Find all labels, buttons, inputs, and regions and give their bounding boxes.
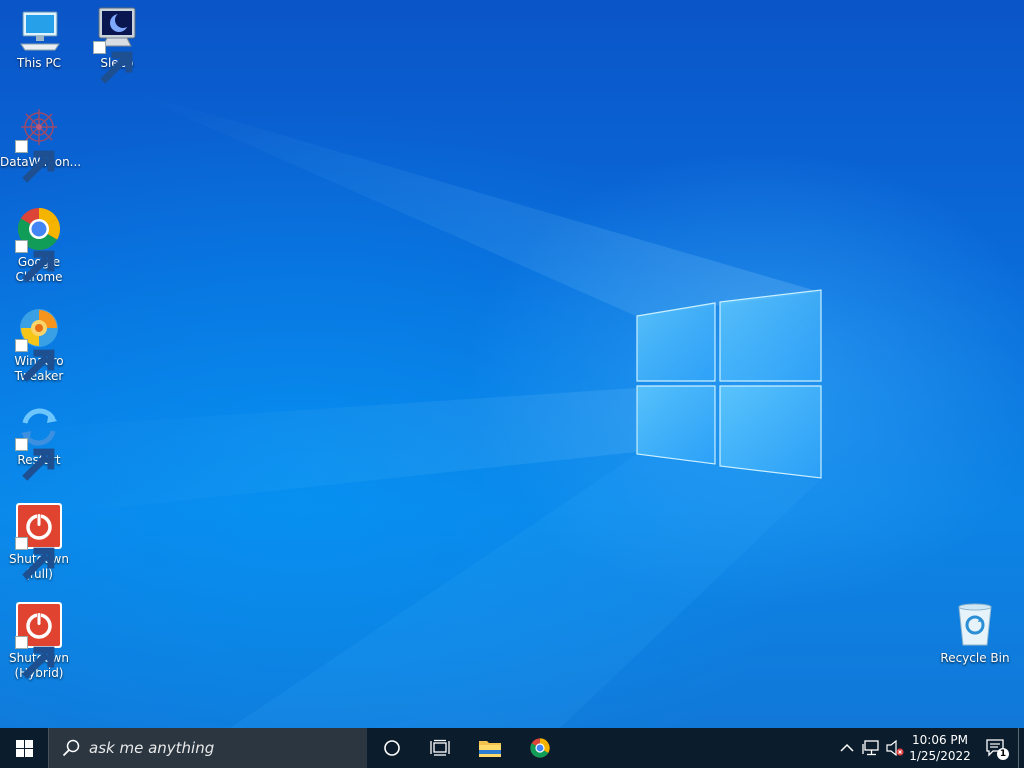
- datawagon-icon: [15, 105, 63, 183]
- sleep-monitor-icon: [93, 6, 141, 84]
- winaero-tweaker-icon: [15, 304, 63, 382]
- search-box[interactable]: ask me anything: [48, 728, 367, 768]
- shortcut-arrow-icon: [15, 140, 55, 183]
- desktop-icon-shutdown-hybrid[interactable]: Shutdown (Hybrid): [0, 601, 78, 681]
- show-hidden-icons-button[interactable]: [838, 739, 856, 757]
- windows-logo-wallpaper: [0, 88, 822, 728]
- desktop-icon-restart[interactable]: Restart: [0, 403, 78, 481]
- google-chrome-icon: [15, 205, 63, 283]
- shortcut-arrow-icon: [15, 240, 55, 283]
- volume-muted-icon: [886, 740, 904, 756]
- chevron-up-icon: [840, 743, 854, 752]
- clock-time: 10:06 PM: [912, 733, 968, 747]
- desktop-icon-label: This PC: [17, 56, 61, 70]
- cortana-icon: [384, 740, 400, 756]
- restart-icon: [15, 403, 63, 481]
- shortcut-arrow-icon: [15, 537, 55, 580]
- desktop-icon-recycle-bin[interactable]: Recycle Bin: [936, 601, 1014, 666]
- clock-date: 1/25/2022: [909, 749, 971, 763]
- shortcut-arrow-icon: [15, 636, 55, 679]
- computer-icon: [15, 6, 63, 54]
- action-center-button[interactable]: 1: [978, 728, 1014, 768]
- shortcut-arrow-icon: [15, 438, 55, 481]
- search-placeholder: ask me anything: [89, 739, 215, 757]
- clock[interactable]: 10:06 PM 1/25/2022: [905, 732, 975, 764]
- network-icon: [862, 740, 879, 756]
- desktop[interactable]: This PC Sleep DataWagon... Google Chrome…: [0, 0, 1024, 728]
- desktop-icon-shutdown-full[interactable]: Shutdown (full): [0, 502, 78, 582]
- recycle-bin-icon: [951, 601, 999, 649]
- chrome-taskbar-button[interactable]: [516, 728, 564, 768]
- file-explorer-button[interactable]: [466, 728, 514, 768]
- cortana-button[interactable]: [368, 728, 416, 768]
- shortcut-arrow-icon: [15, 339, 55, 382]
- task-view-icon: [430, 739, 450, 756]
- taskbar: ask me anything 10:06 PM 1/25/2022 1: [0, 728, 1024, 768]
- shortcut-arrow-icon: [93, 41, 133, 84]
- power-icon: [15, 502, 63, 580]
- notification-count-badge: 1: [997, 748, 1009, 760]
- start-button[interactable]: [0, 728, 48, 768]
- desktop-icon-label: Recycle Bin: [940, 651, 1010, 665]
- power-icon: [15, 601, 63, 679]
- desktop-icon-google-chrome[interactable]: Google Chrome: [0, 205, 78, 285]
- desktop-icon-winaero-tweaker[interactable]: Winaero Tweaker: [0, 304, 78, 384]
- search-icon: [62, 739, 80, 757]
- volume-button[interactable]: [886, 739, 904, 757]
- file-explorer-icon: [479, 741, 501, 757]
- show-desktop-button[interactable]: [1018, 728, 1024, 768]
- windows-start-icon: [15, 739, 33, 757]
- network-button[interactable]: [862, 739, 880, 757]
- google-chrome-icon: [530, 738, 550, 758]
- desktop-icon-this-pc[interactable]: This PC: [0, 6, 78, 71]
- desktop-icon-datawagon[interactable]: DataWagon...: [0, 105, 81, 183]
- task-view-button[interactable]: [416, 728, 464, 768]
- desktop-icon-sleep[interactable]: Sleep: [78, 6, 156, 84]
